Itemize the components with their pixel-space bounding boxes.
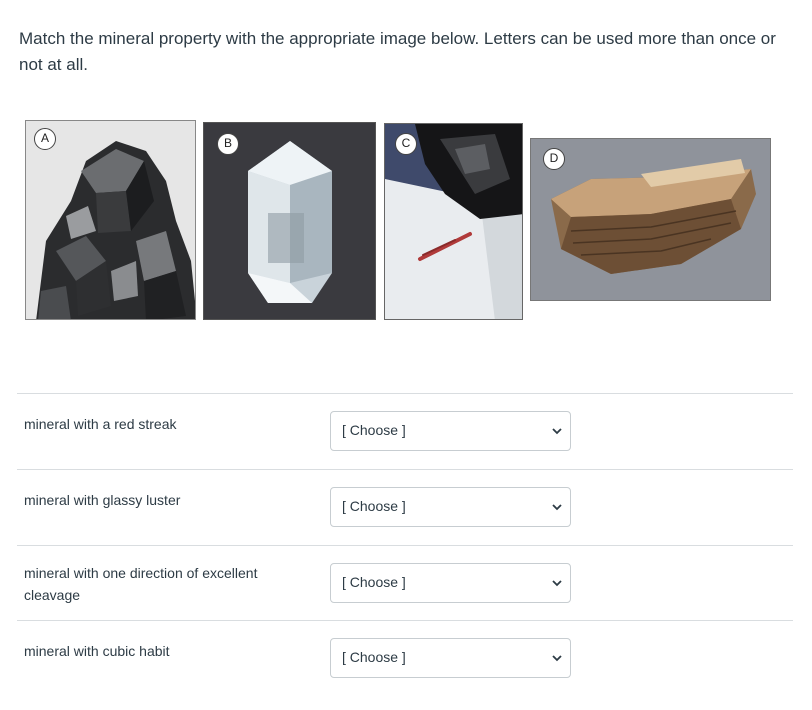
answer-dropdown[interactable]: [ Choose ] — [330, 638, 571, 678]
chevron-down-icon — [552, 655, 562, 662]
image-letter-b: B — [217, 133, 239, 155]
image-letter-c: C — [395, 133, 417, 155]
mineral-image-a: A — [25, 120, 196, 320]
match-row: mineral with cubic habit [ Choose ] — [17, 620, 793, 694]
match-row: mineral with a red streak [ Choose ] — [17, 393, 793, 469]
answer-dropdown[interactable]: [ Choose ] — [330, 563, 571, 603]
chevron-down-icon — [552, 504, 562, 511]
chevron-down-icon — [552, 428, 562, 435]
property-label: mineral with one direction of excellent … — [24, 565, 258, 603]
question-text: Match the mineral property with the appr… — [19, 29, 776, 74]
mineral-image-c: C — [384, 123, 523, 320]
dropdown-value: [ Choose ] — [342, 574, 406, 590]
match-row: mineral with glassy luster [ Choose ] — [17, 469, 793, 545]
match-row: mineral with one direction of excellent … — [17, 545, 793, 620]
dropdown-value: [ Choose ] — [342, 498, 406, 514]
image-letter-d: D — [543, 148, 565, 170]
mineral-image-d: D — [530, 138, 771, 301]
matching-list: mineral with a red streak [ Choose ] min… — [17, 393, 793, 694]
dropdown-value: [ Choose ] — [342, 649, 406, 665]
property-label: mineral with glassy luster — [24, 492, 181, 508]
image-letter-a: A — [34, 128, 56, 150]
dropdown-value: [ Choose ] — [342, 422, 406, 438]
property-label: mineral with cubic habit — [24, 643, 170, 659]
answer-dropdown[interactable]: [ Choose ] — [330, 487, 571, 527]
property-label: mineral with a red streak — [24, 416, 177, 432]
chevron-down-icon — [552, 580, 562, 587]
answer-dropdown[interactable]: [ Choose ] — [330, 411, 571, 451]
mineral-image-b: B — [203, 122, 376, 320]
